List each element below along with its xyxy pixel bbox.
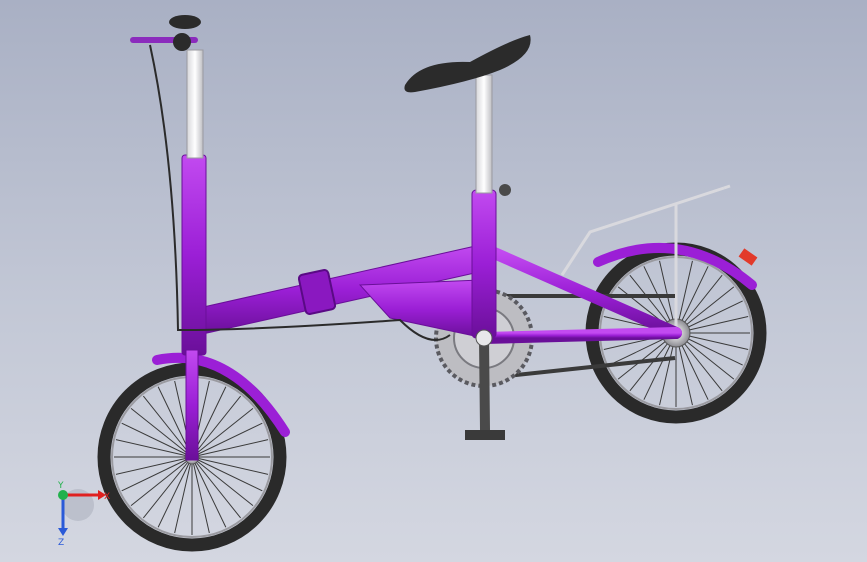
spoke: [191, 456, 263, 492]
saddle: [404, 35, 531, 93]
bicycle-model[interactable]: X Y Z: [0, 0, 867, 562]
spoke: [121, 422, 193, 458]
spoke: [191, 456, 227, 528]
head-tube: [181, 154, 207, 356]
z-axis-label: Z: [58, 538, 64, 548]
spoke: [157, 456, 193, 528]
rear-reflector: [738, 248, 758, 266]
handlebar-stem: [186, 49, 204, 159]
spoke: [191, 422, 263, 458]
seat-clamp: [499, 184, 511, 196]
handlebar-cap: [169, 15, 201, 29]
crank-arm: [479, 333, 490, 435]
fork: [185, 349, 199, 461]
bell-icon: [173, 33, 191, 51]
graphics-viewport[interactable]: X Y Z: [0, 0, 867, 562]
seat-tube: [471, 189, 497, 339]
y-axis-dot: [58, 490, 68, 500]
axis-triad-icon: X Y Z: [57, 481, 110, 548]
chain-stay: [478, 327, 682, 344]
seat-post: [475, 74, 493, 194]
down-tube: [358, 279, 485, 339]
spoke: [121, 456, 193, 492]
pedal: [465, 430, 505, 440]
x-axis-label: X: [104, 492, 110, 502]
y-axis-label: Y: [57, 481, 64, 491]
